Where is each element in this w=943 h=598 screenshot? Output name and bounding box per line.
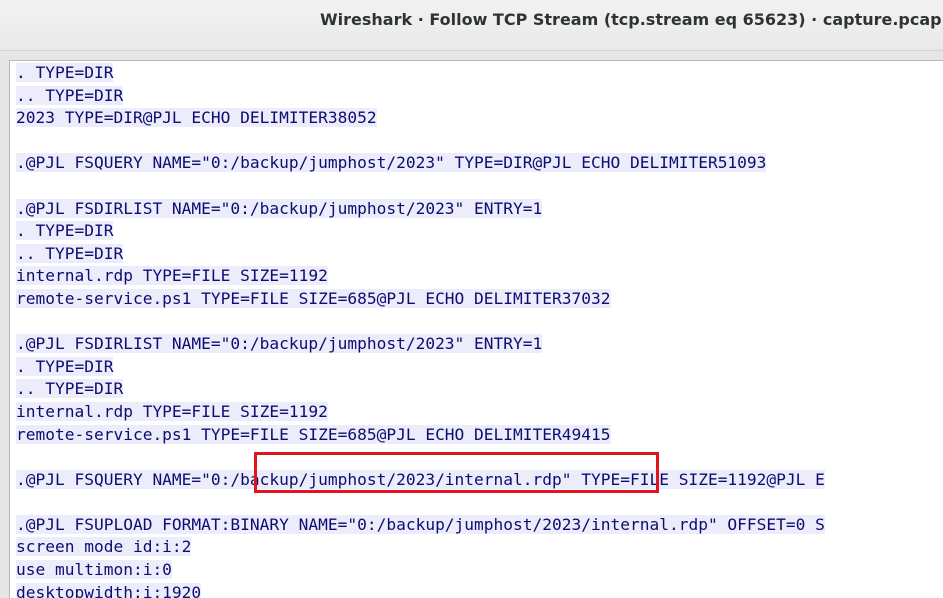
stream-line: .@PJL FSDIRLIST NAME="0:/backup/jumphost… xyxy=(16,334,543,354)
stream-line: .@PJL FSUPLOAD FORMAT:BINARY NAME="0:/ba… xyxy=(16,514,825,534)
stream-line: use multimon:i:0 xyxy=(16,560,172,580)
stream-line xyxy=(16,491,825,514)
stream-line xyxy=(16,175,825,198)
stream-line: internal.rdp TYPE=FILE SIZE=1192 xyxy=(16,266,328,286)
window-title: Wireshark · Follow TCP Stream (tcp.strea… xyxy=(320,10,942,29)
stream-line: remote-service.ps1 TYPE=FILE SIZE=685@PJ… xyxy=(16,288,611,308)
stream-line: .. TYPE=DIR xyxy=(16,379,124,399)
follow-tcp-stream-window: Wireshark · Follow TCP Stream (tcp.strea… xyxy=(0,0,943,598)
stream-line: internal.rdp TYPE=FILE SIZE=1192 xyxy=(16,401,328,421)
highlight-annotation-box xyxy=(254,452,659,493)
stream-line xyxy=(16,130,825,153)
title-bar[interactable]: Wireshark · Follow TCP Stream (tcp.strea… xyxy=(0,0,943,51)
stream-lines: . TYPE=DIR .. TYPE=DIR 2023 TYPE=DIR@PJL… xyxy=(16,62,825,598)
stream-line: remote-service.ps1 TYPE=FILE SIZE=685@PJ… xyxy=(16,424,611,444)
stream-line: 2023 TYPE=DIR@PJL ECHO DELIMITER38052 xyxy=(16,108,377,128)
stream-line: .@PJL FSDIRLIST NAME="0:/backup/jumphost… xyxy=(16,198,543,218)
stream-line: . TYPE=DIR xyxy=(16,356,114,376)
stream-line xyxy=(16,311,825,334)
stream-line: . TYPE=DIR xyxy=(16,63,114,82)
stream-line: screen mode id:i:2 xyxy=(16,537,192,557)
stream-line: . TYPE=DIR xyxy=(16,221,114,241)
stream-content-area[interactable]: . TYPE=DIR .. TYPE=DIR 2023 TYPE=DIR@PJL… xyxy=(9,60,943,598)
stream-line: .. TYPE=DIR xyxy=(16,243,124,263)
stream-line: desktopwidth:i:1920 xyxy=(16,582,825,598)
stream-line: .@PJL FSQUERY NAME="0:/backup/jumphost/2… xyxy=(16,153,767,173)
stream-line: .. TYPE=DIR xyxy=(16,85,124,105)
